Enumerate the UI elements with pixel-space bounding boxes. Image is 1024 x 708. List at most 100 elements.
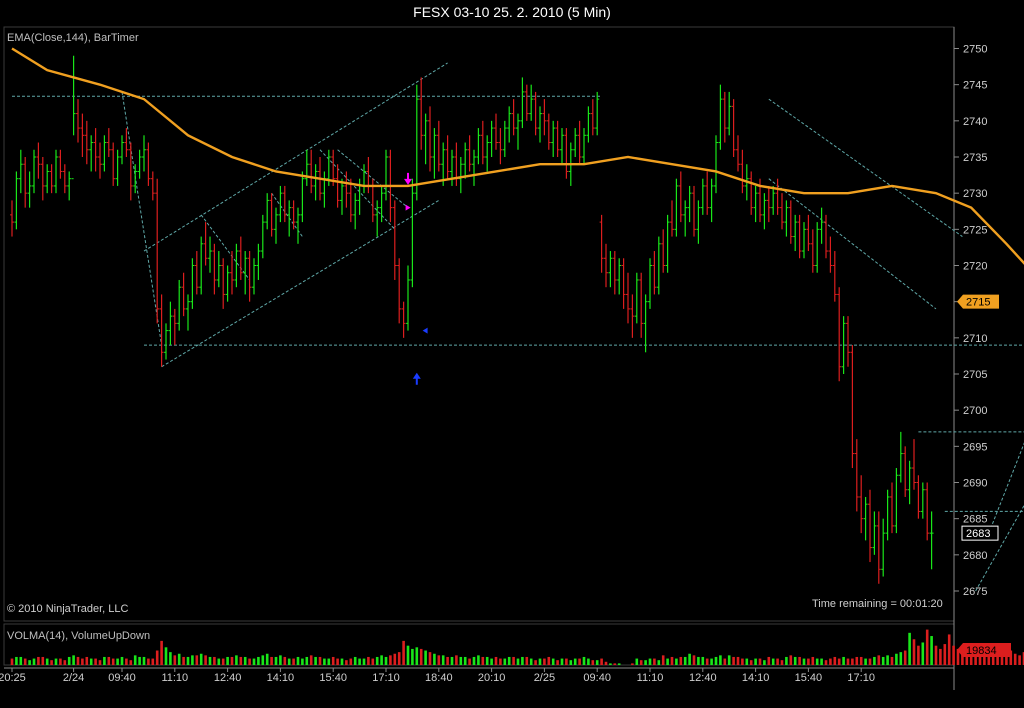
price-bar — [419, 77, 424, 150]
volume-bar — [912, 639, 916, 665]
price-bar — [652, 251, 657, 295]
price-bar — [335, 164, 340, 208]
ema-value-badge-label: 2715 — [966, 297, 990, 309]
price-bar — [705, 171, 710, 215]
y-tick-label: 2745 — [963, 80, 987, 92]
price-bar — [230, 251, 234, 295]
y-tick-label: 2720 — [963, 261, 987, 273]
volume-bar — [595, 660, 599, 665]
volume-bar — [257, 656, 260, 665]
price-bar — [45, 164, 50, 194]
price-bar — [76, 99, 80, 143]
price-bar — [714, 135, 718, 194]
price-bar — [797, 214, 802, 259]
volume-bar — [723, 658, 727, 665]
volume-bar — [538, 658, 542, 665]
volume-bar — [934, 645, 938, 665]
price-bar — [282, 185, 287, 223]
price-bar — [71, 55, 76, 180]
volume-bar — [824, 660, 828, 665]
price-bar — [238, 236, 243, 280]
price-bar — [164, 323, 168, 360]
volume-bar — [877, 655, 881, 665]
volume-bar — [50, 660, 53, 665]
volume-bar — [19, 656, 23, 665]
price-bar — [661, 229, 666, 273]
price-bar — [683, 200, 688, 237]
price-bar — [599, 214, 604, 273]
price-bar — [32, 149, 36, 194]
price-bar — [274, 207, 278, 244]
price-bar — [678, 171, 683, 223]
volume-bar — [635, 658, 639, 665]
volume-bar — [230, 656, 234, 665]
price-bar — [247, 251, 252, 302]
price-bar — [727, 91, 732, 136]
volume-bar — [393, 653, 397, 665]
price-bar — [617, 258, 622, 295]
volume-bar — [793, 656, 797, 665]
price-bar — [560, 128, 564, 165]
trend-line — [768, 98, 963, 237]
volume-bar — [661, 655, 665, 665]
price-bar — [159, 294, 164, 367]
price-bar — [120, 135, 124, 165]
last-price-badge-label: 2683 — [966, 528, 990, 540]
price-bar — [155, 178, 160, 324]
price-bar — [348, 178, 353, 223]
price-bar — [142, 135, 146, 172]
volume-bar — [925, 629, 929, 665]
price-bar — [912, 439, 916, 490]
volume-bar — [217, 658, 221, 665]
price-bar — [824, 214, 828, 259]
price-bar — [639, 272, 644, 338]
price-bar — [590, 99, 595, 136]
price-bar — [172, 308, 177, 346]
volume-bar — [186, 656, 190, 665]
volume-bar — [1018, 655, 1021, 665]
price-bar — [454, 142, 459, 186]
volume-bar — [947, 634, 951, 665]
volume-bar — [287, 658, 291, 665]
volume-bar — [54, 658, 58, 665]
price-bar — [709, 178, 714, 223]
volume-bar — [397, 652, 401, 665]
volume-bar — [481, 656, 485, 665]
triangle-right-marker — [405, 204, 411, 211]
volume-bar — [424, 650, 427, 665]
price-bar — [762, 193, 767, 230]
volume-bar — [133, 655, 137, 665]
chart-canvas[interactable]: 2750 2745 2740 2735 2730 2725 2720 2715 2710 2705… — [0, 0, 1024, 708]
y-tick-label: 2740 — [963, 116, 987, 128]
volume-bar — [490, 658, 493, 665]
volume-bar — [76, 656, 80, 665]
price-bar — [269, 193, 274, 237]
volume-bar — [952, 645, 955, 665]
trend-line — [161, 199, 440, 368]
volume-bar — [323, 658, 326, 665]
price-bar — [850, 345, 855, 469]
volume-bar — [758, 658, 762, 665]
price-bar — [10, 200, 14, 237]
volume-bar — [270, 656, 273, 665]
price-bar — [221, 258, 226, 309]
volume-bar — [292, 658, 295, 665]
y-tick-label: 2695 — [963, 441, 987, 453]
price-bar — [837, 287, 842, 382]
price-bar — [542, 99, 547, 136]
price-bar — [98, 142, 102, 179]
volume-bar — [116, 658, 119, 665]
volume-bar — [820, 658, 823, 665]
volume-bar — [881, 656, 885, 665]
volume-bar — [15, 656, 18, 665]
price-bar — [296, 207, 300, 244]
price-bar — [692, 185, 696, 237]
price-bar — [54, 149, 58, 194]
volume-bar — [477, 655, 480, 665]
volume-bar — [169, 652, 172, 665]
volume-bar — [41, 656, 45, 665]
volume-bar — [930, 636, 933, 665]
price-bar — [467, 135, 472, 172]
volume-bar — [609, 663, 612, 665]
volume-bar — [235, 655, 238, 665]
